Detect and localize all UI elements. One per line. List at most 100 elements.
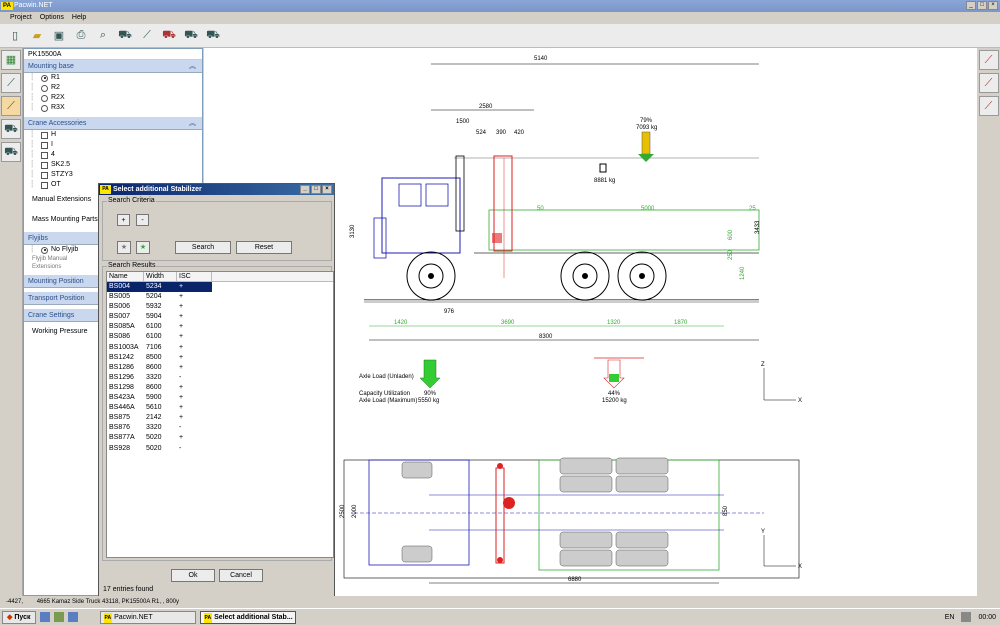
accessory-h[interactable]: ┆ H	[24, 130, 202, 140]
checkbox-icon[interactable]	[41, 131, 48, 139]
checkbox-icon[interactable]	[41, 141, 48, 149]
dialog-minimize-button[interactable]: _	[300, 185, 310, 194]
truck-side-icon[interactable]: ⛟	[1, 119, 21, 139]
column-width[interactable]: Width	[144, 272, 177, 281]
accessory-i[interactable]: ┆ I	[24, 140, 202, 150]
crane-icon[interactable]: ⟋	[138, 27, 156, 45]
accessory-sk25[interactable]: ┆ SK2.5	[24, 160, 202, 170]
remove-criteria-button[interactable]: -	[136, 214, 149, 226]
mounting-option-r2[interactable]: ┆ R2	[24, 83, 202, 93]
quicklaunch-icon[interactable]	[39, 612, 50, 622]
table-row[interactable]: BS086 6100 +	[107, 332, 333, 342]
truck-icon[interactable]: ⛟	[116, 27, 134, 45]
search-button[interactable]: Search	[175, 241, 231, 254]
right-toolbar: ⟋ ⟋ ⟋	[977, 48, 1000, 596]
chevron-up-icon: ︽	[189, 120, 196, 127]
table-row[interactable]: BS1296 3320 -	[107, 373, 333, 383]
mounting-option-r1[interactable]: ┆ R1	[24, 73, 202, 83]
table-row[interactable]: BS1242 8500 +	[107, 353, 333, 363]
start-button[interactable]: ◆ Пуск	[2, 610, 36, 624]
results-table: Name Width ISC BS004 5234 + BS005 5204 + BS006…	[106, 271, 334, 558]
map-icon[interactable]: ▦	[1, 50, 21, 70]
dialog-app-icon: PA	[100, 185, 111, 194]
mounting-option-r3x[interactable]: ┆ R3X	[24, 103, 202, 113]
table-row[interactable]: BS006 5932 +	[107, 302, 333, 312]
apply-filter-icon[interactable]: ★	[136, 241, 150, 254]
add-criteria-button[interactable]: +	[117, 214, 130, 226]
mounting-base-header[interactable]: Mounting base ︽	[24, 60, 202, 73]
table-cell: 5234	[146, 283, 162, 290]
table-row[interactable]: BS1003A 7106 +	[107, 343, 333, 353]
language-indicator[interactable]: EN	[945, 614, 955, 621]
pacwin-icon: PA	[103, 612, 113, 623]
table-row[interactable]: BS1298 8600 +	[107, 383, 333, 393]
table-row[interactable]: BS085A 6100 +	[107, 322, 333, 332]
truck3-icon[interactable]: ⛟	[182, 27, 200, 45]
open-icon[interactable]: ▰	[28, 27, 46, 45]
filter-icon[interactable]: ★	[117, 241, 131, 254]
menu-project[interactable]: Project	[6, 12, 36, 24]
save-icon[interactable]: ▣	[50, 27, 68, 45]
zoom-icon[interactable]: ⌕	[94, 27, 112, 45]
table-cell: BS007	[109, 313, 131, 321]
table-row[interactable]: BS877A 5020 +	[107, 433, 333, 443]
task-select-stabilizer[interactable]: PA Select additional Stab...	[199, 610, 296, 624]
accessory-stzy3[interactable]: ┆ STZY3	[24, 170, 202, 180]
accessory-label: STZY3	[51, 171, 73, 178]
reset-button[interactable]: Reset	[236, 241, 292, 254]
crane-view-icon[interactable]: ⟋	[978, 50, 999, 70]
ok-button[interactable]: Ok	[171, 569, 215, 582]
crane-view-icon-3[interactable]: ⟋	[978, 96, 999, 116]
column-name[interactable]: Name	[107, 272, 144, 281]
print-icon[interactable]: ⎙	[72, 27, 90, 45]
cancel-button[interactable]: Cancel	[219, 569, 263, 582]
radio-icon[interactable]	[41, 104, 48, 112]
new-icon[interactable]: ▯	[6, 27, 24, 45]
menu-options[interactable]: Options	[36, 12, 68, 24]
minimize-button[interactable]: _	[966, 1, 976, 10]
tray-icon[interactable]	[961, 612, 972, 622]
dialog-close-button[interactable]: ×	[322, 185, 332, 194]
quicklaunch-icon-2[interactable]	[53, 612, 64, 622]
table-cell: BS004	[109, 283, 131, 290]
table-cell: BS446A	[109, 404, 135, 412]
truck4-icon[interactable]: ⛟	[204, 27, 222, 45]
table-row[interactable]: BS875 2142 +	[107, 413, 333, 423]
table-row[interactable]: BS1286 8600 +	[107, 363, 333, 373]
dialog-maximize-button[interactable]: □	[311, 185, 321, 194]
table-row[interactable]: BS423A 5900 +	[107, 393, 333, 403]
plan-dim-2000: 2000	[352, 504, 358, 518]
mounting-option-r2x[interactable]: ┆ R2X	[24, 93, 202, 103]
quicklaunch-icon-3[interactable]	[67, 612, 78, 622]
table-row[interactable]: BS004 5234 +	[107, 282, 212, 293]
radio-icon[interactable]	[41, 74, 48, 82]
table-row[interactable]: BS007 5904 +	[107, 312, 333, 322]
checkbox-icon[interactable]	[41, 171, 48, 179]
crane-accessories-header[interactable]: Crane Accessories ︽	[24, 117, 202, 130]
checkbox-icon[interactable]	[41, 151, 48, 159]
table-row[interactable]: BS005 5204 +	[107, 292, 333, 302]
crane-view-icon-2[interactable]: ⟋	[978, 73, 999, 93]
accessory-4[interactable]: ┆ 4	[24, 150, 202, 160]
truck2-icon[interactable]: ⛟	[160, 27, 178, 45]
accessory-label: SK2.5	[51, 161, 71, 168]
menu-help[interactable]: Help	[68, 12, 90, 24]
checkbox-icon[interactable]	[41, 181, 48, 189]
stabilizer-icon[interactable]: ⟋	[1, 96, 21, 116]
table-row[interactable]: BS876 3320 -	[107, 423, 333, 433]
table-cell: +	[179, 414, 184, 422]
truck-rear-icon[interactable]: ⛟	[1, 142, 21, 162]
radio-icon[interactable]	[41, 94, 48, 102]
table-row[interactable]: BS928 5020 -	[107, 444, 333, 454]
radio-icon[interactable]	[41, 246, 48, 254]
task-pacwin[interactable]: PA Pacwin.NET	[99, 610, 196, 624]
plan-wheels	[401, 457, 669, 567]
status-info: 4665 Kamaz Side Truck 43118, PK15500A R1…	[36, 599, 180, 605]
table-row[interactable]: BS446A 5610 +	[107, 403, 333, 413]
column-isc[interactable]: ISC	[177, 272, 212, 281]
radio-icon[interactable]	[41, 84, 48, 92]
maximize-button[interactable]: □	[977, 1, 987, 10]
checkbox-icon[interactable]	[41, 161, 48, 169]
crane-arm-icon[interactable]: ⟋	[1, 73, 21, 93]
close-button[interactable]: ×	[988, 1, 998, 10]
